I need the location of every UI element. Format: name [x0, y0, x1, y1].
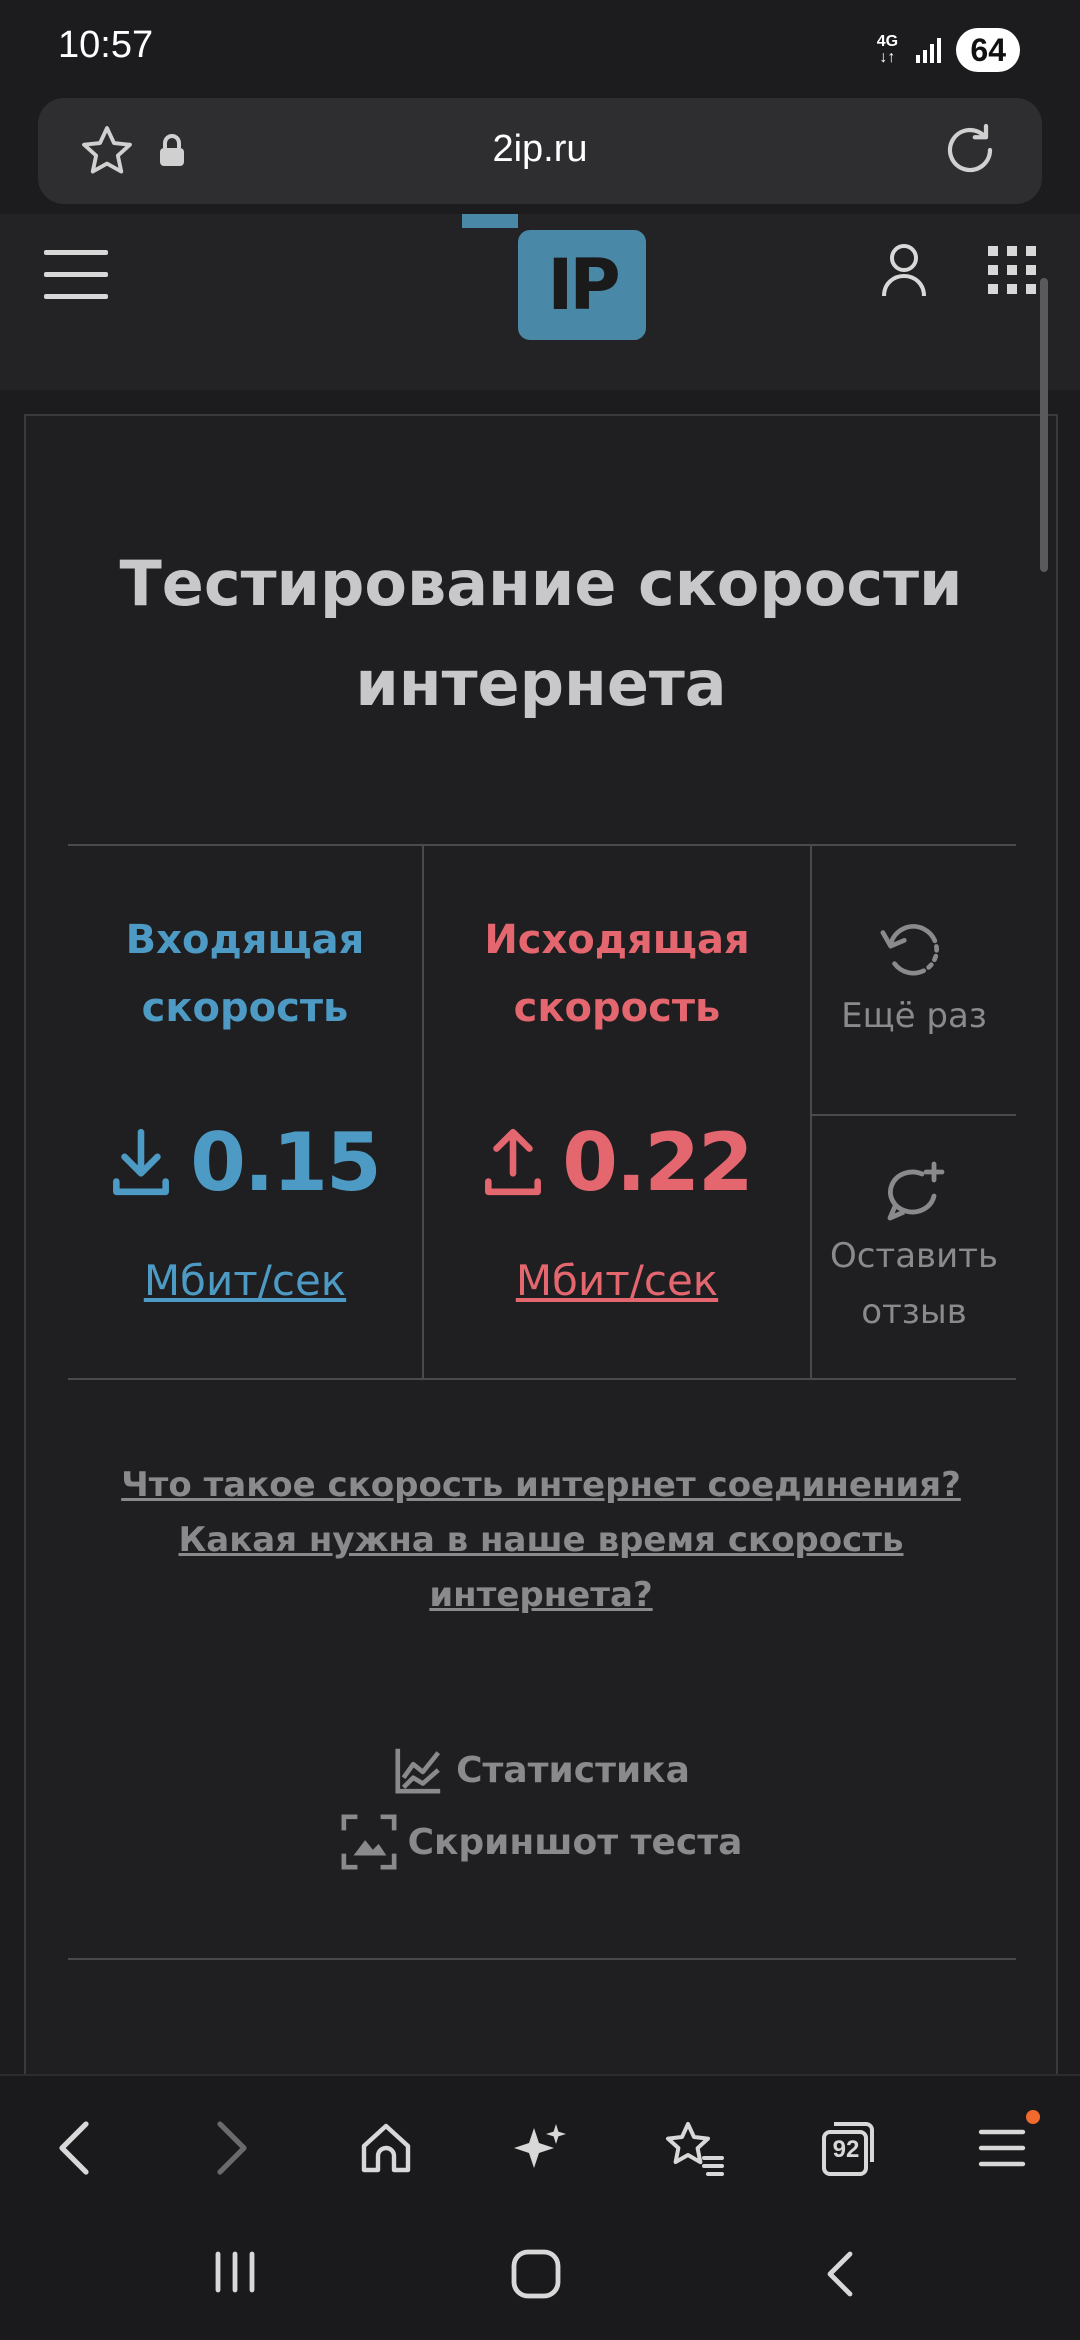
download-unit-link[interactable]: Мбит/сек: [68, 1256, 422, 1305]
download-icon: [113, 1128, 170, 1195]
review-label: Оставить отзыв: [829, 1236, 999, 1332]
speed-test-card: Тестирование скорости интернета Входящая…: [24, 414, 1058, 2074]
speed-results-grid: Входящая скорость 0.15 Мбит/сек Исходяща…: [68, 844, 1016, 1380]
tabs-count: 92: [832, 2136, 860, 2163]
data-arrows-icon: ↓↑: [879, 49, 896, 66]
screenshot-label: Скриншот теста: [407, 1821, 743, 1863]
statistics-label: Статистика: [456, 1749, 690, 1791]
sparkles-icon: [514, 2124, 566, 2168]
chart-icon: [395, 1748, 441, 1794]
home-nav-icon[interactable]: [510, 2248, 562, 2300]
side-actions: Ещё раз Оставить отзыв: [812, 846, 1016, 1380]
download-value-row: 0.15: [68, 1116, 422, 1209]
user-icon[interactable]: [880, 240, 928, 300]
screenshot-icon: [341, 1814, 397, 1870]
screenshot-link[interactable]: Скриншот теста: [26, 1806, 1056, 1878]
home-button[interactable]: [354, 2116, 418, 2180]
upload-speed-value: 0.22: [562, 1116, 753, 1209]
faq-link-what-is-speed[interactable]: Что такое скорость интернет соединения?: [86, 1458, 996, 1513]
recent-apps-icon[interactable]: [210, 2248, 260, 2296]
upload-icon: [485, 1128, 542, 1195]
faq-link-needed-speed[interactable]: Какая нужна в наше время скорость интерн…: [86, 1513, 996, 1623]
logo-ip-text: IP: [547, 244, 620, 326]
upload-panel: Исходящая скорость 0.22 Мбит/сек: [424, 846, 812, 1380]
forward-button[interactable]: [200, 2116, 264, 2180]
leave-review-button[interactable]: Оставить отзыв: [812, 1116, 1016, 1380]
bookmarks-button[interactable]: [662, 2116, 726, 2180]
section-divider: [68, 1958, 1016, 1960]
signal-icon: [916, 38, 942, 63]
menu-button[interactable]: [970, 2110, 1040, 2180]
back-button[interactable]: [42, 2116, 106, 2180]
test-tools: Статистика Скриншот теста: [26, 1734, 1056, 1878]
retry-label: Ещё раз: [841, 996, 987, 1036]
reload-icon[interactable]: [938, 118, 1002, 182]
back-nav-icon[interactable]: [822, 2248, 858, 2300]
statistics-link[interactable]: Статистика: [26, 1734, 1056, 1806]
star-list-icon: [666, 2122, 724, 2176]
hamburger-menu-icon[interactable]: [44, 250, 108, 302]
chevron-left-icon: [59, 2121, 89, 2175]
site-header: IP: [0, 214, 1080, 390]
status-bar: 10:57 4G ↓↑ 64: [0, 0, 1080, 96]
site-logo[interactable]: IP: [518, 230, 646, 340]
home-icon: [361, 2123, 411, 2173]
ai-assistant-button[interactable]: [508, 2116, 572, 2180]
add-comment-icon: [887, 1161, 945, 1221]
faq-links: Что такое скорость интернет соединения? …: [86, 1458, 996, 1623]
retry-icon: [880, 924, 939, 976]
browser-toolbar: 92: [0, 2074, 1080, 2204]
network-type: 4G ↓↑: [872, 34, 902, 66]
tabs-button[interactable]: 92: [816, 2116, 880, 2180]
apps-grid-icon[interactable]: [986, 244, 1038, 296]
system-nav-bar: [0, 2204, 1080, 2340]
upload-unit-link[interactable]: Мбит/сек: [424, 1256, 810, 1305]
download-speed-value: 0.15: [190, 1116, 381, 1209]
address-bar[interactable]: 2ip.ru: [38, 98, 1042, 204]
network-label: 4G: [876, 33, 899, 50]
upload-value-row: 0.22: [424, 1116, 810, 1209]
retry-button[interactable]: Ещё раз: [812, 846, 1016, 1116]
hamburger-icon: [978, 2129, 1026, 2167]
url-text[interactable]: 2ip.ru: [38, 128, 1042, 171]
scrollbar[interactable]: [1040, 278, 1048, 572]
upload-label: Исходящая скорость: [484, 917, 750, 1031]
status-icons: 4G ↓↑ 64: [872, 28, 1020, 72]
chevron-right-icon: [217, 2121, 247, 2175]
status-time: 10:57: [58, 24, 154, 66]
notification-dot: [1026, 2110, 1040, 2124]
download-label: Входящая скорость: [125, 917, 365, 1031]
battery-indicator: 64: [956, 28, 1020, 72]
logo-flag: [462, 214, 518, 228]
page-title: Тестирование скорости интернета: [119, 547, 963, 720]
download-panel: Входящая скорость 0.15 Мбит/сек: [68, 846, 424, 1380]
